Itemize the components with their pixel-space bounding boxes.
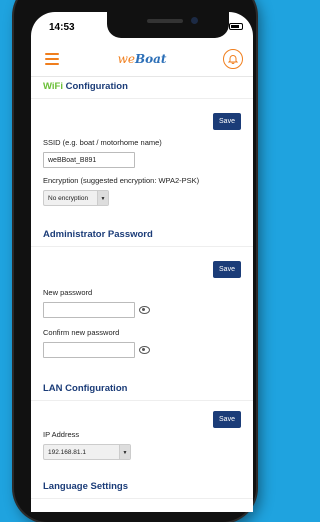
lan-save-button[interactable]: Save bbox=[213, 411, 241, 428]
app-screen: 14:53 weBoat WiFi Configuration Save SSI… bbox=[31, 12, 253, 512]
ssid-label: SSID (e.g. boat / motorhome name) bbox=[43, 138, 162, 147]
wifi-save-button[interactable]: Save bbox=[213, 113, 241, 130]
battery-icon bbox=[229, 22, 243, 30]
phone-notch bbox=[107, 12, 229, 38]
eye-icon[interactable] bbox=[139, 346, 150, 354]
ip-address-label: IP Address bbox=[43, 430, 80, 439]
chevron-down-icon: ▼ bbox=[119, 445, 130, 459]
confirm-password-input[interactable] bbox=[43, 342, 135, 358]
bell-icon[interactable] bbox=[223, 49, 243, 69]
camera bbox=[191, 17, 198, 24]
settings-content: WiFi Configuration Save SSID (e.g. boat … bbox=[31, 76, 253, 512]
lan-section-title: LAN Configuration bbox=[31, 378, 253, 401]
app-header: weBoat bbox=[31, 42, 253, 77]
admin-save-button[interactable]: Save bbox=[213, 261, 241, 278]
wifi-section-title: WiFi Configuration bbox=[31, 76, 253, 99]
chevron-down-icon: ▼ bbox=[97, 191, 108, 205]
ssid-input[interactable]: weBBoat_B891 bbox=[43, 152, 135, 168]
status-time: 14:53 bbox=[49, 22, 75, 33]
speaker bbox=[147, 19, 183, 23]
confirm-password-label: Confirm new password bbox=[43, 328, 120, 337]
webboat-logo: weBoat bbox=[117, 52, 167, 66]
encryption-label: Encryption (suggested encryption: WPA2-P… bbox=[43, 176, 200, 185]
new-password-input[interactable] bbox=[43, 302, 135, 318]
eye-icon[interactable] bbox=[139, 306, 150, 314]
admin-section-title: Administrator Password bbox=[31, 224, 253, 247]
new-password-label: New password bbox=[43, 288, 93, 297]
encryption-select[interactable]: No encryption ▼ bbox=[43, 190, 109, 206]
language-section-title: Language Settings bbox=[31, 476, 253, 499]
ip-address-select[interactable]: 192.168.81.1 ▼ bbox=[43, 444, 131, 460]
